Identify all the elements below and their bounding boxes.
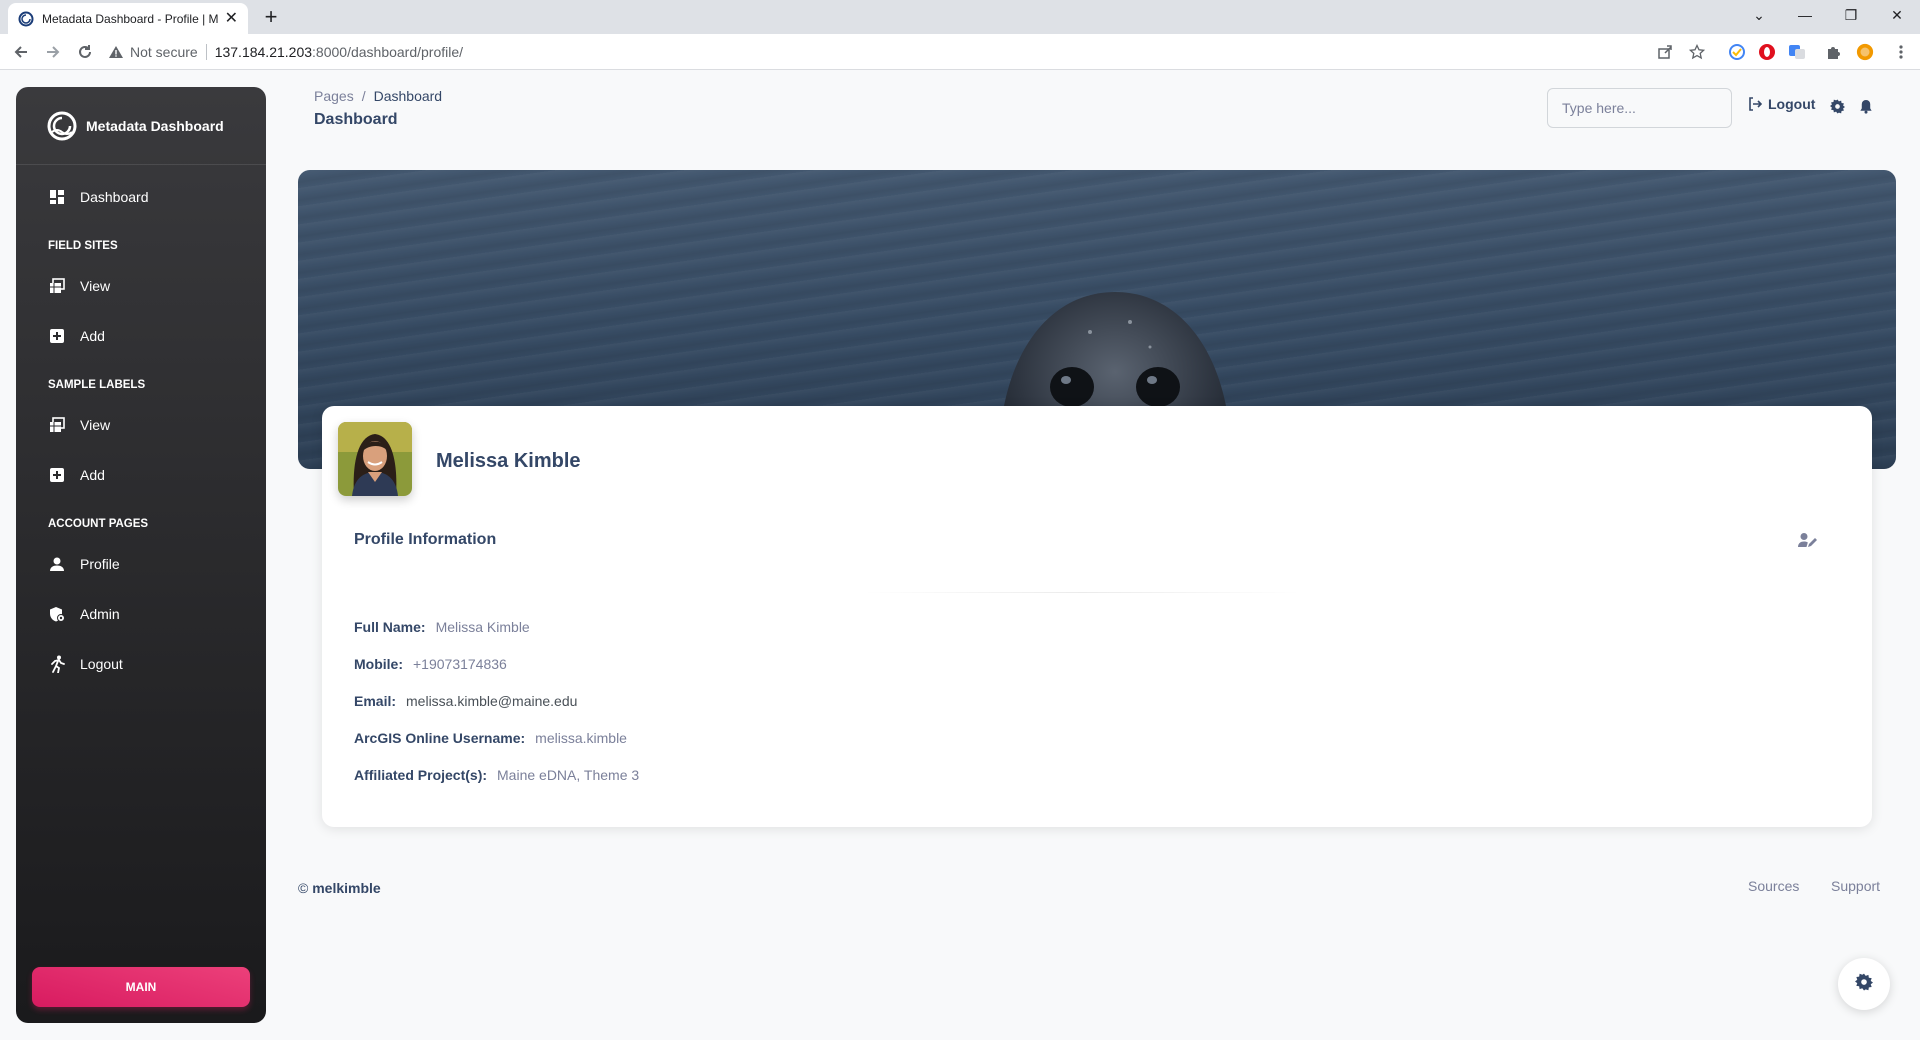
site-favicon-icon	[18, 11, 34, 26]
back-icon[interactable]	[8, 39, 34, 65]
sidebar-item-profile[interactable]: Profile	[30, 544, 252, 584]
add-box-icon	[48, 466, 66, 484]
sidebar-item-label: Logout	[80, 656, 123, 672]
field-label: Affiliated Project(s):	[354, 767, 488, 783]
field-email: Email: melissa.kimble@maine.edu	[354, 693, 577, 709]
sidebar-item-label: Add	[80, 467, 105, 483]
field-label: Email:	[354, 693, 397, 709]
brand-logo-icon	[47, 111, 77, 140]
field-value: melissa.kimble@maine.edu	[406, 693, 578, 709]
person-icon	[48, 555, 66, 573]
tab-title: Metadata Dashboard - Profile | M	[42, 11, 219, 26]
sidebar-item-dashboard[interactable]: Dashboard	[30, 177, 252, 217]
logout-label: Logout	[1768, 96, 1816, 112]
breadcrumb-current: Dashboard	[373, 88, 443, 104]
sidebar-item-label: Profile	[80, 556, 120, 572]
translate-extension-icon[interactable]	[1788, 43, 1806, 61]
field-label: ArcGIS Online Username:	[354, 730, 526, 746]
sidebar-item-field-sites-view[interactable]: View	[30, 266, 252, 306]
edit-profile-icon[interactable]	[1798, 532, 1818, 548]
running-person-icon	[48, 655, 66, 673]
avatar	[338, 422, 412, 496]
footer-link-sources[interactable]: Sources	[1748, 878, 1799, 894]
section-field-sites: FIELD SITES	[48, 240, 118, 252]
section-sample-labels: SAMPLE LABELS	[48, 379, 146, 391]
field-value: +19073174836	[413, 656, 507, 672]
sign-out-icon	[1748, 97, 1762, 111]
new-tab-button[interactable]: +	[258, 5, 284, 31]
field-label: Mobile:	[354, 656, 403, 672]
opera-extension-icon[interactable]	[1758, 43, 1776, 61]
bookmark-star-icon[interactable]	[1688, 43, 1706, 61]
main-button[interactable]: MAIN	[32, 967, 250, 1007]
sidebar-item-label: Dashboard	[80, 189, 149, 205]
field-mobile: Mobile: +19073174836	[354, 656, 507, 672]
security-label[interactable]: Not secure	[130, 44, 198, 60]
browser-menu-icon[interactable]	[1892, 43, 1910, 61]
brand-name: Metadata Dashboard	[86, 117, 224, 134]
breadcrumb-separator: /	[361, 88, 366, 104]
brand[interactable]: Metadata Dashboard	[16, 87, 266, 165]
sidebar-item-label: Add	[80, 328, 105, 344]
copyright-symbol: ©	[298, 880, 309, 896]
search-input[interactable]	[1547, 88, 1732, 128]
sidebar-item-logout[interactable]: Logout	[30, 644, 252, 684]
settings-fab[interactable]	[1838, 958, 1890, 1010]
omnibox-divider	[205, 44, 207, 60]
sidebar-item-label: View	[80, 278, 111, 294]
footer-copyright: © melkimble	[298, 880, 381, 896]
field-affiliated-projects: Affiliated Project(s): Maine eDNA, Theme…	[354, 767, 639, 783]
admin-shield-icon	[48, 605, 66, 623]
profile-info-title: Profile Information	[354, 531, 497, 548]
warning-icon[interactable]	[108, 44, 124, 60]
sidebar-item-label: View	[80, 417, 111, 433]
sidebar-item-admin[interactable]: Admin	[30, 594, 252, 634]
browser-tabstrip: Metadata Dashboard - Profile | M ✕ + ⌄ —…	[0, 0, 1920, 34]
extension-check-icon[interactable]	[1728, 43, 1746, 61]
table-icon	[48, 416, 66, 434]
field-value: Maine eDNA, Theme 3	[497, 767, 640, 783]
field-arcgis-username: ArcGIS Online Username: melissa.kimble	[354, 730, 627, 746]
field-label: Full Name:	[354, 619, 426, 635]
dashboard-icon	[48, 188, 66, 206]
profile-avatar-icon[interactable]	[1856, 43, 1874, 61]
sidebar-item-sample-labels-view[interactable]: View	[30, 405, 252, 445]
table-icon	[48, 277, 66, 295]
url-host: 137.184.21.203	[214, 44, 313, 60]
section-account-pages: ACCOUNT PAGES	[48, 518, 149, 530]
breadcrumb-root[interactable]: Pages	[314, 88, 354, 104]
breadcrumb: Pages / Dashboard	[314, 88, 442, 104]
page-title: Dashboard	[314, 111, 398, 128]
field-full-name: Full Name: Melissa Kimble	[354, 619, 530, 635]
gear-icon[interactable]	[1829, 98, 1845, 114]
minimize-icon[interactable]: —	[1782, 0, 1828, 30]
browser-tab[interactable]: Metadata Dashboard - Profile | M ✕	[8, 3, 248, 34]
puzzle-extensions-icon[interactable]	[1824, 43, 1842, 61]
footer-link-support[interactable]: Support	[1831, 878, 1880, 894]
sidebar-item-sample-labels-add[interactable]: Add	[30, 455, 252, 495]
sidebar-item-label: Admin	[80, 606, 120, 622]
divider	[862, 592, 1302, 593]
url-path: :8000/dashboard/profile/	[312, 44, 464, 60]
logout-link[interactable]: Logout	[1748, 96, 1815, 112]
restore-icon[interactable]: ❐	[1828, 0, 1874, 30]
footer-author[interactable]: melkimble	[312, 880, 380, 896]
sidebar-item-field-sites-add[interactable]: Add	[30, 316, 252, 356]
gear-icon	[1855, 973, 1873, 996]
forward-icon[interactable]	[40, 39, 66, 65]
share-icon[interactable]	[1656, 43, 1674, 61]
field-value: melissa.kimble	[535, 730, 627, 746]
tab-search-icon[interactable]: ⌄	[1736, 0, 1782, 30]
close-tab-icon[interactable]: ✕	[225, 10, 238, 27]
profile-card: Melissa Kimble Profile Information Full …	[322, 406, 1872, 827]
close-window-icon[interactable]: ✕	[1874, 0, 1920, 30]
browser-toolbar: Not secure 137.184.21.203 :8000/dashboar…	[0, 34, 1920, 70]
profile-name: Melissa Kimble	[436, 450, 581, 472]
reload-icon[interactable]	[72, 39, 98, 65]
field-value: Melissa Kimble	[435, 619, 530, 635]
bell-icon[interactable]	[1858, 98, 1874, 114]
address-bar[interactable]: Not secure 137.184.21.203 :8000/dashboar…	[108, 38, 1708, 66]
add-box-icon	[48, 327, 66, 345]
sidebar: Metadata Dashboard Dashboard FIELD SITES…	[16, 87, 266, 1023]
